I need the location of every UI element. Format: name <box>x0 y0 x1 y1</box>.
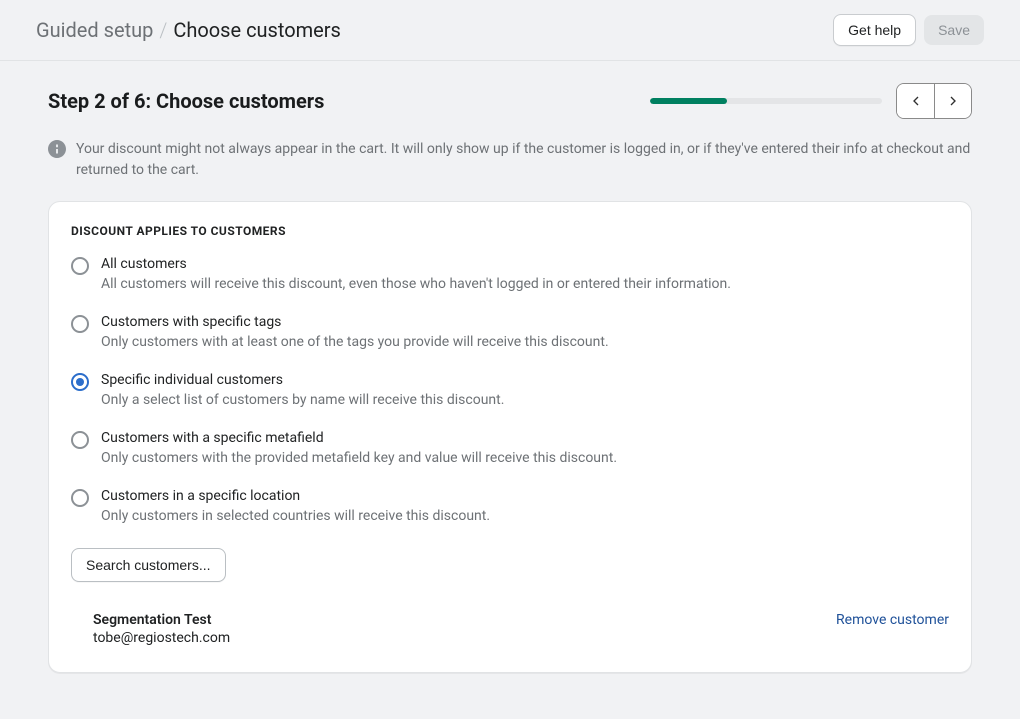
radio-list: All customers All customers will receive … <box>71 256 949 524</box>
radio-label: Customers in a specific location <box>101 488 490 504</box>
radio-description: Only customers with at least one of the … <box>101 334 609 350</box>
radio-circle[interactable] <box>71 315 89 333</box>
radio-circle[interactable] <box>71 373 89 391</box>
radio-text: Customers with specific tags Only custome… <box>101 314 609 350</box>
radio-dot <box>76 378 84 386</box>
radio-option[interactable]: Customers with a specific metafield Only … <box>71 430 949 466</box>
radio-label: Customers with specific tags <box>101 314 609 330</box>
customer-email: tobe@regiostech.com <box>93 630 230 646</box>
info-banner: Your discount might not always appear in… <box>48 139 972 181</box>
radio-circle[interactable] <box>71 257 89 275</box>
radio-option[interactable]: Specific individual customers Only a sele… <box>71 372 949 408</box>
radio-option[interactable]: Customers in a specific location Only cus… <box>71 488 949 524</box>
radio-text: Customers with a specific metafield Only … <box>101 430 617 466</box>
search-customers-button[interactable]: Search customers... <box>71 548 226 582</box>
remove-customer-link[interactable]: Remove customer <box>836 612 949 628</box>
card-heading: Discount applies to customers <box>71 224 949 238</box>
breadcrumb-prefix: Guided setup <box>36 18 153 42</box>
chevron-left-icon <box>908 93 924 109</box>
step-title: Step 2 of 6: Choose customers <box>48 89 324 113</box>
radio-description: All customers will receive this discount… <box>101 276 731 292</box>
radio-label: All customers <box>101 256 731 272</box>
chevron-right-icon <box>945 93 961 109</box>
prev-step-button[interactable] <box>897 84 934 118</box>
breadcrumb-current: Choose customers <box>173 18 341 42</box>
customers-card: Discount applies to customers All custom… <box>48 201 972 673</box>
breadcrumb-separator: / <box>159 18 167 42</box>
radio-description: Only customers with the provided metafie… <box>101 450 617 466</box>
save-button[interactable]: Save <box>924 15 984 45</box>
step-nav-group <box>896 83 972 119</box>
get-help-button[interactable]: Get help <box>833 14 916 46</box>
progress-bar <box>650 98 882 104</box>
info-icon <box>48 140 66 158</box>
info-text: Your discount might not always appear in… <box>76 139 972 181</box>
radio-circle[interactable] <box>71 489 89 507</box>
breadcrumb: Guided setup / Choose customers <box>36 18 341 42</box>
step-row: Step 2 of 6: Choose customers <box>48 83 972 119</box>
selected-customer-row: Segmentation Test tobe@regiostech.com Re… <box>71 612 949 646</box>
radio-description: Only a select list of customers by name … <box>101 392 504 408</box>
radio-label: Customers with a specific metafield <box>101 430 617 446</box>
radio-description: Only customers in selected countries wil… <box>101 508 490 524</box>
step-right <box>650 83 972 119</box>
radio-text: Specific individual customers Only a sele… <box>101 372 504 408</box>
radio-option[interactable]: All customers All customers will receive … <box>71 256 949 292</box>
header-actions: Get help Save <box>833 14 984 46</box>
radio-label: Specific individual customers <box>101 372 504 388</box>
radio-circle[interactable] <box>71 431 89 449</box>
next-step-button[interactable] <box>934 84 971 118</box>
content-area: Step 2 of 6: Choose customers Your disco… <box>0 61 1020 713</box>
radio-text: Customers in a specific location Only cus… <box>101 488 490 524</box>
radio-option[interactable]: Customers with specific tags Only custome… <box>71 314 949 350</box>
customer-info: Segmentation Test tobe@regiostech.com <box>93 612 230 646</box>
progress-fill <box>650 98 727 104</box>
page-header: Guided setup / Choose customers Get help… <box>0 0 1020 61</box>
radio-text: All customers All customers will receive … <box>101 256 731 292</box>
customer-name: Segmentation Test <box>93 612 230 628</box>
